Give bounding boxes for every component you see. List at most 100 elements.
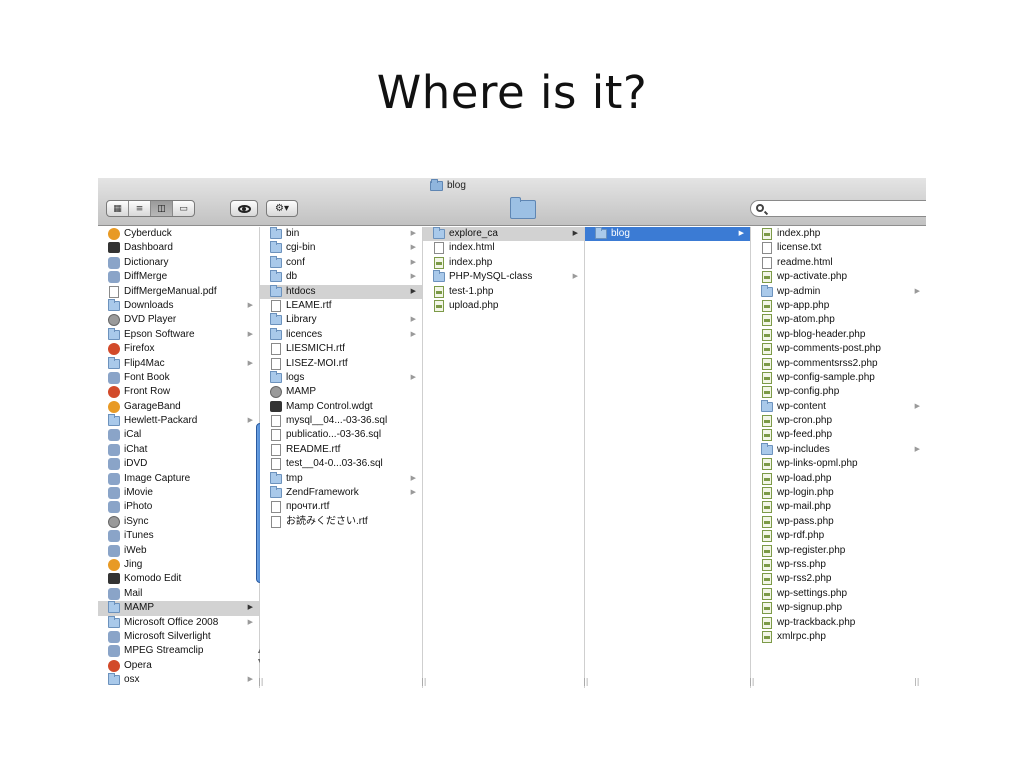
file-item[interactable]: wp-links-opml.php	[751, 457, 926, 471]
file-item[interactable]: Font Book	[98, 371, 259, 385]
file-item[interactable]: wp-comments-post.php	[751, 342, 926, 356]
file-item[interactable]: wp-rss.php	[751, 558, 926, 572]
file-item[interactable]: upload.php	[423, 299, 584, 313]
file-item[interactable]: LISEZ-MOI.rtf	[260, 357, 422, 371]
proxy-folder-icon[interactable]	[510, 197, 536, 219]
file-item[interactable]: wp-activate.php	[751, 270, 926, 284]
column-resize-grip[interactable]: ||	[421, 677, 426, 686]
file-item[interactable]: MPEG Streamclip	[98, 644, 259, 658]
file-item[interactable]: wp-register.php	[751, 544, 926, 558]
file-item[interactable]: Mail	[98, 587, 259, 601]
folder-item[interactable]: blog ▶	[585, 227, 750, 242]
folder-item[interactable]: Epson Software ▶	[98, 327, 259, 342]
file-item[interactable]: wp-feed.php	[751, 428, 926, 442]
file-item[interactable]: MAMP	[260, 385, 422, 399]
file-item[interactable]: test-1.php	[423, 285, 584, 299]
file-item[interactable]: wp-signup.php	[751, 601, 926, 615]
file-item[interactable]: Image Capture	[98, 472, 259, 486]
folder-item[interactable]: cgi-bin ▶	[260, 241, 422, 255]
file-item[interactable]: index.php	[751, 227, 926, 241]
file-item[interactable]: GarageBand	[98, 400, 259, 414]
file-item[interactable]: Cyberduck	[98, 227, 259, 241]
action-menu-button[interactable]: ⚙▾	[266, 200, 298, 217]
file-item[interactable]: wp-settings.php	[751, 587, 926, 601]
file-item[interactable]: mysql__04...-03-36.sql	[260, 414, 422, 428]
file-item[interactable]: iCal	[98, 428, 259, 442]
folder-item[interactable]: Downloads ▶	[98, 298, 259, 313]
file-item[interactable]: index.php	[423, 256, 584, 270]
folder-item[interactable]: Hewlett-Packard ▶	[98, 414, 259, 428]
folder-item[interactable]: Microsoft Office 2008 ▶	[98, 615, 259, 630]
folder-item[interactable]: wp-includes ▶	[751, 442, 926, 457]
list-view-icon[interactable]: ≡	[129, 201, 151, 216]
coverflow-view-icon[interactable]: ▭	[173, 201, 194, 216]
folder-item[interactable]: Flip4Mac ▶	[98, 356, 259, 371]
folder-item[interactable]: conf ▶	[260, 255, 422, 270]
file-item[interactable]: wp-commentsrss2.php	[751, 357, 926, 371]
file-item[interactable]: wp-rss2.php	[751, 572, 926, 586]
folder-item[interactable]: wp-admin ▶	[751, 284, 926, 299]
folder-item[interactable]: explore_ca ▶	[423, 227, 584, 242]
file-item[interactable]: Microsoft Silverlight	[98, 630, 259, 644]
file-item[interactable]: DiffMergeManual.pdf	[98, 285, 259, 299]
folder-item[interactable]: db ▶	[260, 270, 422, 284]
file-item[interactable]: wp-blog-header.php	[751, 328, 926, 342]
file-item[interactable]: iChat	[98, 443, 259, 457]
file-item[interactable]: お読みください.rtf	[260, 515, 422, 529]
folder-item[interactable]: MAMP ▶	[98, 601, 259, 616]
file-item[interactable]: Dictionary	[98, 256, 259, 270]
folder-item[interactable]: logs ▶	[260, 370, 422, 385]
file-item[interactable]: README.rtf	[260, 443, 422, 457]
file-item[interactable]: Mamp Control.wdgt	[260, 400, 422, 414]
icon-view-icon[interactable]: ▦	[107, 201, 129, 216]
file-item[interactable]: DVD Player	[98, 313, 259, 327]
file-item[interactable]: wp-cron.php	[751, 414, 926, 428]
quicklook-button[interactable]	[230, 200, 258, 217]
file-item[interactable]: wp-rdf.php	[751, 529, 926, 543]
file-item[interactable]: wp-app.php	[751, 299, 926, 313]
folder-item[interactable]: wp-content ▶	[751, 399, 926, 414]
column-resize-grip[interactable]: ||	[583, 677, 588, 686]
file-item[interactable]: Opera	[98, 659, 259, 673]
file-item[interactable]: iWeb	[98, 544, 259, 558]
folder-item[interactable]: htdocs ▶	[260, 284, 422, 299]
file-item[interactable]: Firefox	[98, 342, 259, 356]
file-item[interactable]: iMovie	[98, 486, 259, 500]
file-item[interactable]: wp-login.php	[751, 486, 926, 500]
folder-item[interactable]: bin ▶	[260, 227, 422, 241]
file-item[interactable]: wp-config.php	[751, 385, 926, 399]
column-view-icon[interactable]: ◫	[151, 201, 173, 216]
file-item[interactable]: iTunes	[98, 529, 259, 543]
file-item[interactable]: iSync	[98, 515, 259, 529]
column-resize-grip[interactable]: ||	[749, 677, 754, 686]
column-resize-grip[interactable]: ||	[914, 677, 919, 686]
file-item[interactable]: wp-config-sample.php	[751, 371, 926, 385]
folder-item[interactable]: tmp ▶	[260, 471, 422, 486]
file-item[interactable]: wp-mail.php	[751, 500, 926, 514]
file-item[interactable]: Jing	[98, 558, 259, 572]
file-item[interactable]: прочти.rtf	[260, 500, 422, 514]
folder-item[interactable]: PHP-MySQL-class ▶	[423, 270, 584, 284]
file-item[interactable]: license.txt	[751, 241, 926, 255]
file-item[interactable]: DiffMerge	[98, 270, 259, 284]
file-item[interactable]: Front Row	[98, 385, 259, 399]
file-item[interactable]: Dashboard	[98, 241, 259, 255]
file-item[interactable]: wp-pass.php	[751, 515, 926, 529]
file-item[interactable]: iDVD	[98, 457, 259, 471]
file-item[interactable]: wp-trackback.php	[751, 616, 926, 630]
search-input[interactable]	[750, 200, 926, 217]
file-item[interactable]: LEAME.rtf	[260, 299, 422, 313]
file-item[interactable]: readme.html	[751, 256, 926, 270]
file-item[interactable]: wp-atom.php	[751, 313, 926, 327]
file-item[interactable]: publicatio...-03-36.sql	[260, 428, 422, 442]
folder-item[interactable]: osx ▶	[98, 673, 259, 687]
file-item[interactable]: Komodo Edit	[98, 572, 259, 586]
file-item[interactable]: xmlrpc.php	[751, 630, 926, 644]
folder-item[interactable]: Library ▶	[260, 313, 422, 327]
file-item[interactable]: test__04-0...03-36.sql	[260, 457, 422, 471]
file-item[interactable]: wp-load.php	[751, 472, 926, 486]
file-item[interactable]: index.html	[423, 241, 584, 255]
file-item[interactable]: LIESMICH.rtf	[260, 342, 422, 356]
folder-item[interactable]: licences ▶	[260, 327, 422, 342]
folder-item[interactable]: ZendFramework ▶	[260, 486, 422, 500]
